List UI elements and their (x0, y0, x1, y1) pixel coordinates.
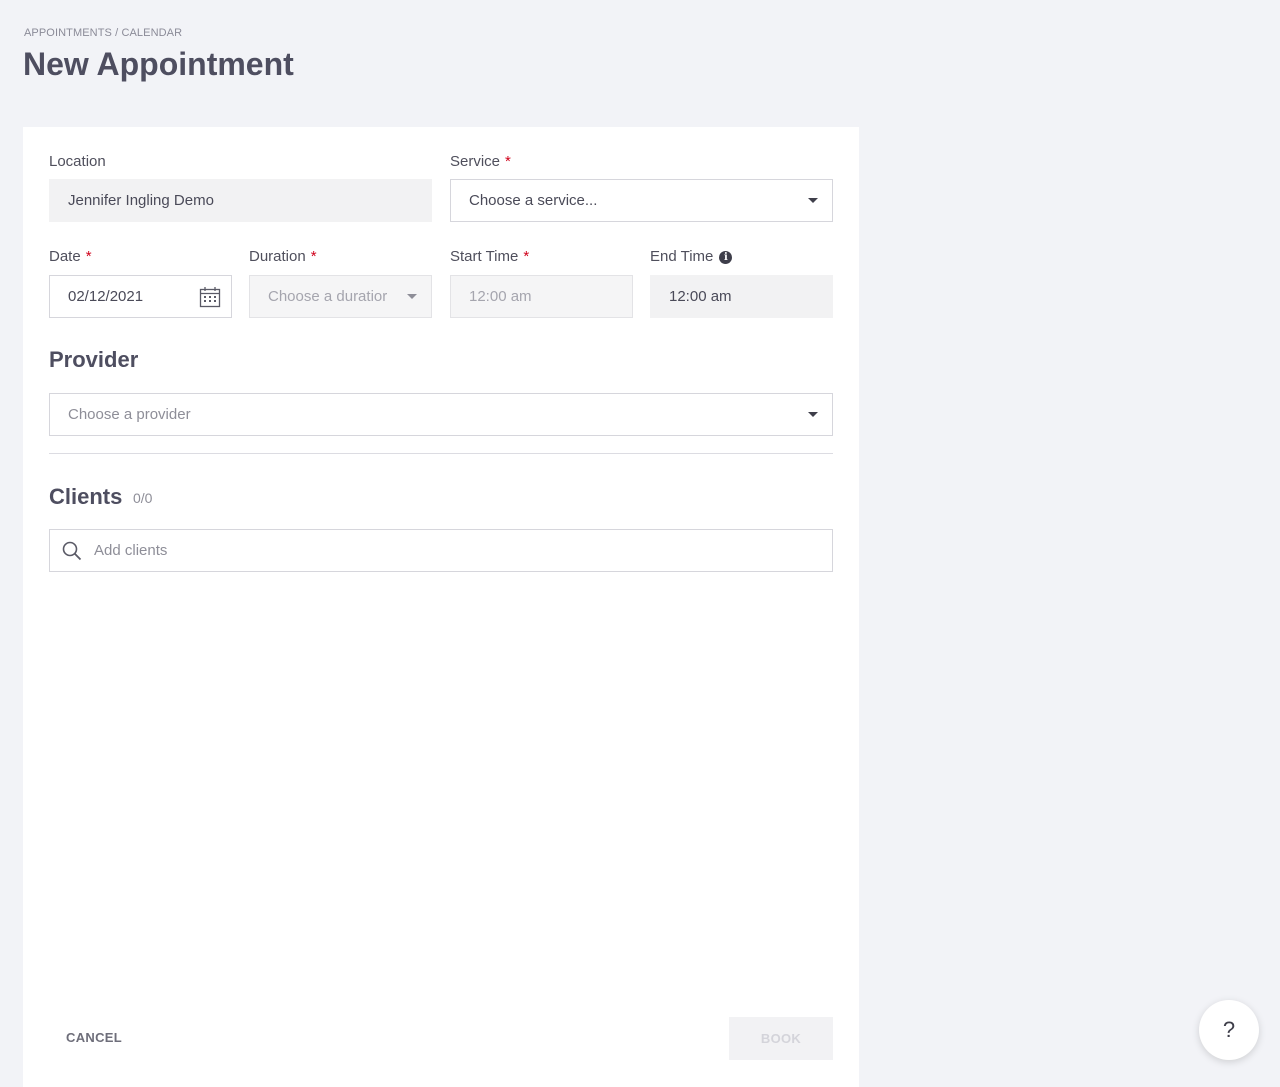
chevron-down-icon (407, 294, 417, 299)
appointment-form-card: Location Jennifer Ingling Demo Service * … (23, 127, 859, 1087)
add-clients-placeholder: Add clients (94, 542, 168, 559)
end-time-field: 12:00 am (650, 275, 833, 318)
end-time-label: End Time i (650, 248, 733, 265)
provider-placeholder: Choose a provider (68, 406, 191, 423)
duration-select[interactable]: Choose a duratior (249, 275, 432, 318)
start-time-value: 12:00 am (469, 288, 532, 305)
service-label-text: Service (450, 153, 501, 170)
search-icon (62, 541, 82, 565)
cancel-button[interactable]: CANCEL (66, 1030, 122, 1045)
help-icon: ? (1222, 1017, 1236, 1042)
start-time-label: Start Time * (450, 248, 529, 265)
clients-heading: Clients (49, 484, 123, 509)
add-clients-search[interactable]: Add clients (49, 529, 833, 572)
required-marker: * (505, 153, 511, 170)
location-value: Jennifer Ingling Demo (68, 192, 214, 209)
date-input[interactable]: 02/12/2021 (49, 275, 232, 318)
start-time-input[interactable]: 12:00 am (450, 275, 633, 318)
date-value: 02/12/2021 (68, 288, 144, 305)
duration-label-text: Duration (249, 248, 306, 265)
required-marker: * (310, 248, 317, 265)
date-label: Date * (49, 248, 92, 265)
page-title: New Appointment (23, 46, 294, 82)
provider-select[interactable]: Choose a provider (49, 393, 833, 436)
info-icon[interactable]: i (719, 251, 733, 264)
required-marker: * (523, 248, 530, 265)
service-placeholder: Choose a service... (469, 192, 598, 209)
date-label-text: Date (49, 248, 81, 265)
provider-heading: Provider (49, 347, 139, 372)
chevron-down-icon (808, 198, 818, 203)
location-field: Jennifer Ingling Demo (49, 179, 432, 222)
breadcrumb[interactable]: APPOINTMENTS / CALENDAR (24, 27, 182, 39)
help-button[interactable]: ? (1199, 1000, 1259, 1060)
location-label: Location (49, 153, 106, 170)
required-marker: * (85, 248, 92, 265)
chevron-down-icon (808, 412, 818, 417)
service-label: Service * (450, 153, 511, 170)
end-time-label-text: End Time (650, 248, 714, 265)
end-time-value: 12:00 am (669, 288, 732, 305)
book-button[interactable]: BOOK (729, 1017, 833, 1060)
clients-count: 0/0 (133, 490, 153, 506)
location-label-text: Location (49, 153, 106, 170)
section-divider (49, 453, 833, 454)
service-select[interactable]: Choose a service... (450, 179, 833, 222)
duration-placeholder: Choose a duratior (268, 288, 388, 305)
start-time-label-text: Start Time (450, 248, 519, 265)
calendar-icon[interactable] (199, 286, 221, 312)
duration-label: Duration * (249, 248, 317, 265)
